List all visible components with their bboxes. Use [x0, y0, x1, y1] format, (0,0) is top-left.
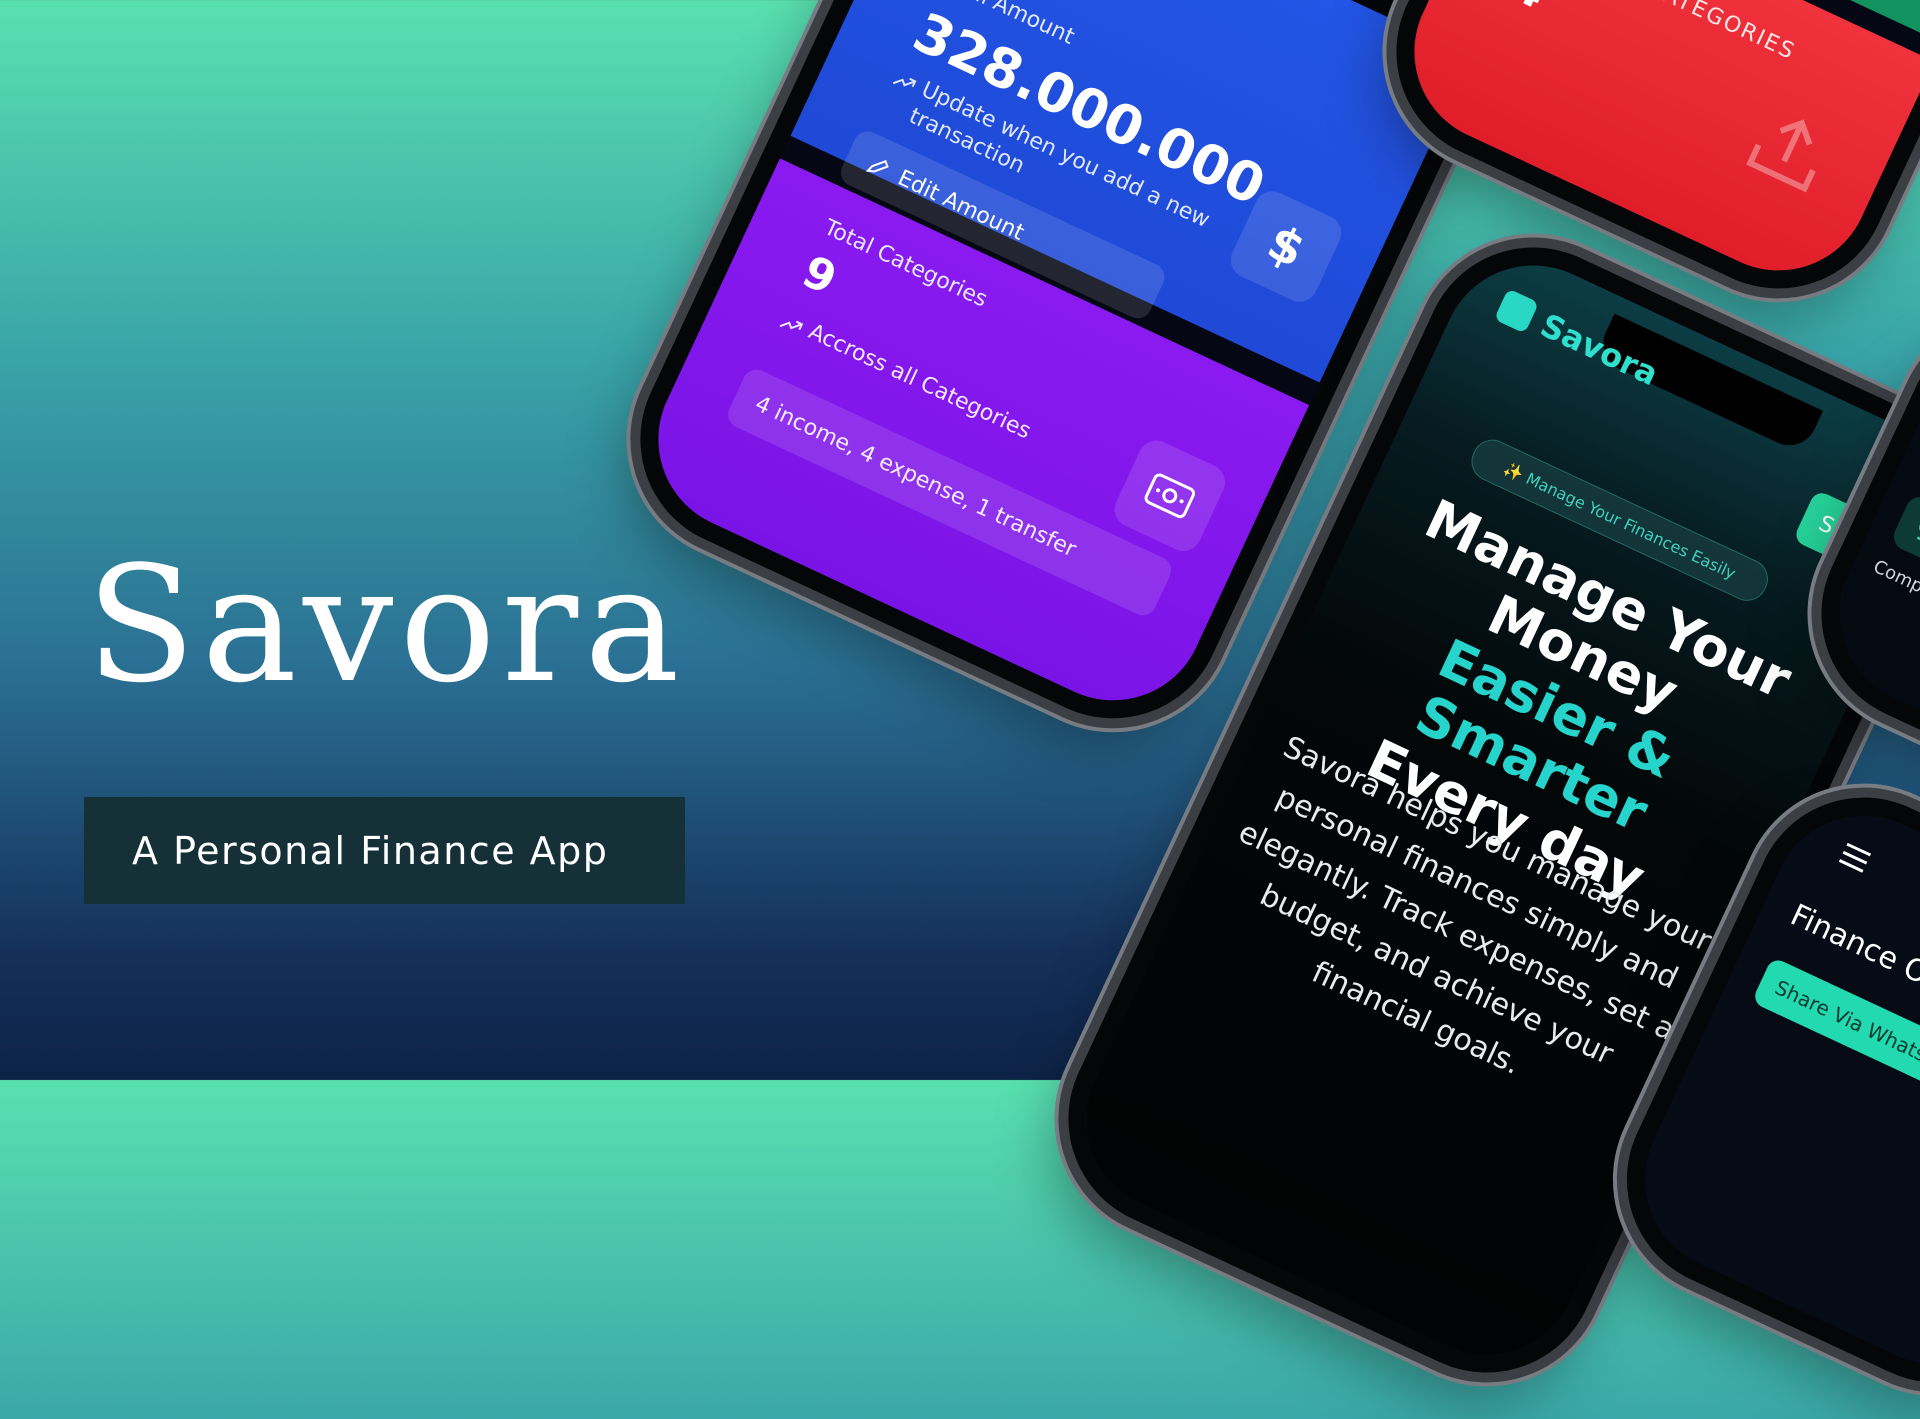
tagline-box: A Personal Finance App	[84, 797, 685, 904]
phone-expense-screen: EXPENSE CATEGORIES 4	[1384, 0, 1920, 301]
expense-categories-label: EXPENSE CATEGORIES	[1532, 0, 1800, 65]
share-whatsapp-button[interactable]: Share Via Whatsapp	[1751, 956, 1920, 1129]
app-logo-icon	[1493, 288, 1540, 334]
categories-breakdown-text: 4 income, 4 expense, 1 transfer	[751, 391, 1080, 563]
cash-icon	[1108, 434, 1231, 557]
completed-label: Completed	[1870, 556, 1920, 617]
expense-categories-card: EXPENSE CATEGORIES 4	[1384, 0, 1920, 301]
app-logo-text: Savora	[1534, 306, 1664, 394]
trend-up-icon	[892, 77, 917, 88]
total-categories-value: 9	[794, 245, 845, 306]
trophy-icon	[1889, 492, 1920, 567]
phone-expense: EXPENSE CATEGORIES 4	[1360, 0, 1920, 325]
pencil-icon	[865, 160, 889, 173]
menu-icon[interactable]	[1838, 842, 1872, 874]
expense-categories-value: 4	[1503, 0, 1555, 20]
trend-up-icon	[779, 320, 804, 331]
upload-icon	[1746, 119, 1816, 193]
brand-title: Savora	[86, 531, 686, 718]
tagline-text: A Personal Finance App	[132, 828, 609, 873]
